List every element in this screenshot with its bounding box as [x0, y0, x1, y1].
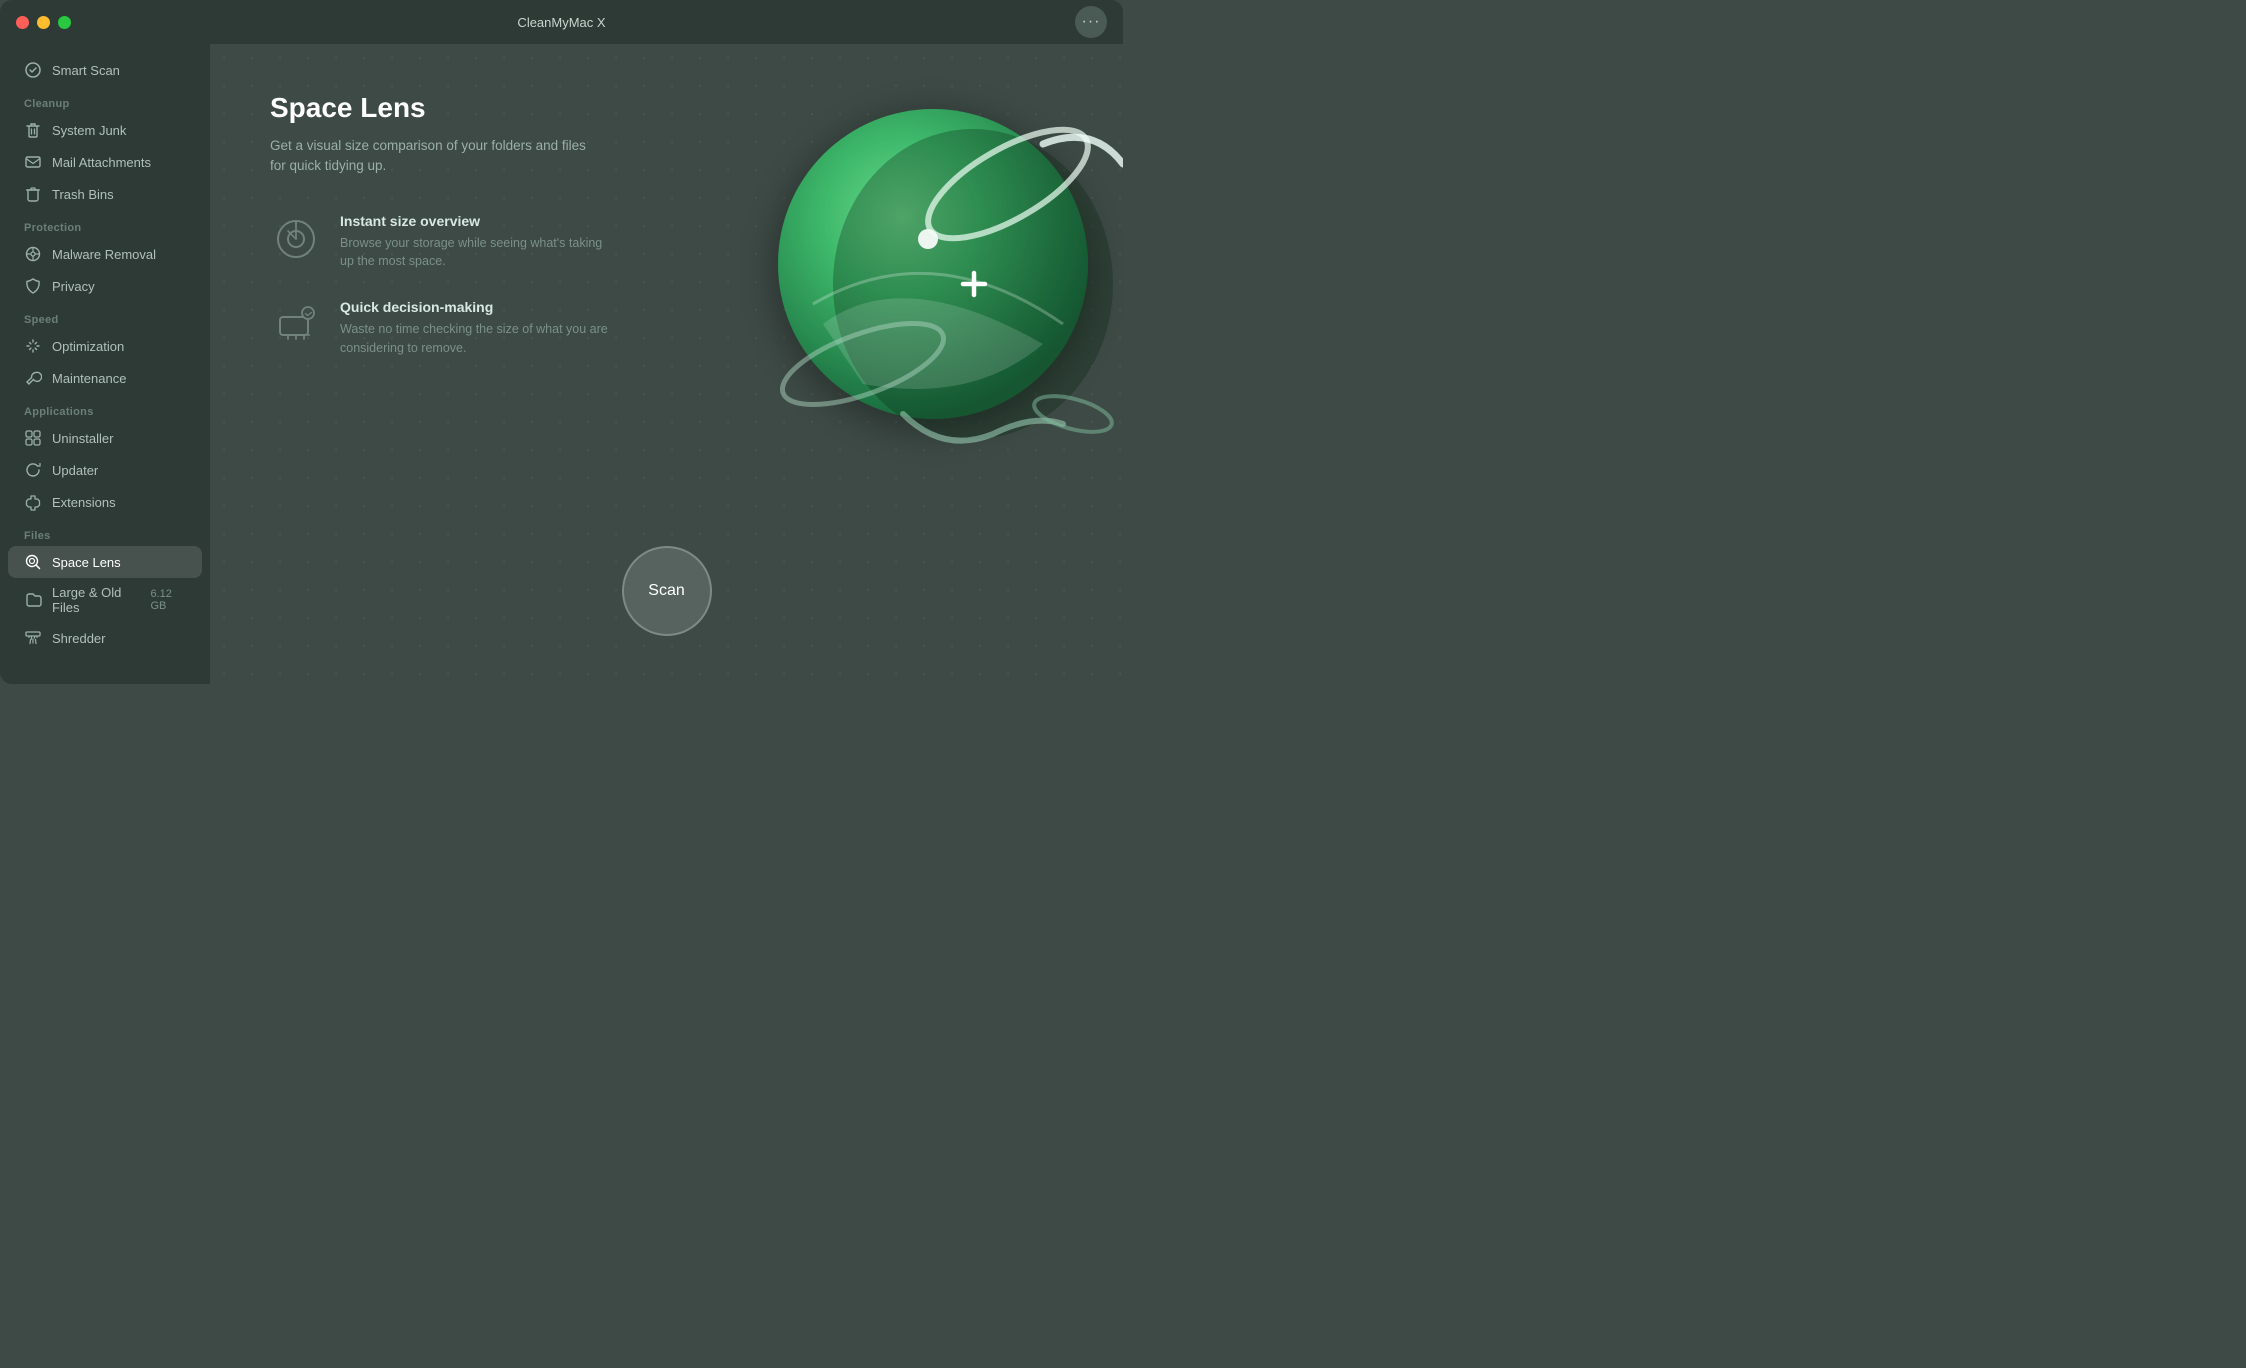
mail-attachments-icon — [24, 153, 42, 171]
main-layout: Smart Scan Cleanup System Junk — [0, 44, 1123, 684]
privacy-icon — [24, 277, 42, 295]
sidebar-item-mail-attachments[interactable]: Mail Attachments — [8, 146, 202, 178]
large-old-files-icon — [24, 591, 42, 609]
sidebar-item-uninstaller[interactable]: Uninstaller — [8, 422, 202, 454]
planet-illustration — [733, 64, 1123, 484]
sidebar-item-label: Uninstaller — [52, 431, 113, 446]
system-junk-icon — [24, 121, 42, 139]
feature-instant-overview-text: Instant size overview Browse your storag… — [340, 213, 610, 272]
trash-bins-icon — [24, 185, 42, 203]
section-label-applications: Applications — [0, 394, 210, 422]
sidebar-item-large-old-files[interactable]: Large & Old Files 6.12 GB — [8, 578, 202, 622]
minimize-button[interactable] — [37, 16, 50, 29]
sidebar-item-label: Shredder — [52, 631, 105, 646]
app-window: CleanMyMac X ··· Smart Scan Cleanup — [0, 0, 1123, 684]
quick-decision-icon — [274, 303, 318, 347]
feature-description: Waste no time checking the size of what … — [340, 320, 610, 358]
titlebar: CleanMyMac X ··· — [0, 0, 1123, 44]
scan-button-label: Scan — [648, 582, 684, 600]
scan-button-wrap: Scan — [622, 546, 712, 636]
scan-button[interactable]: Scan — [622, 546, 712, 636]
feature-title: Instant size overview — [340, 213, 610, 229]
feature-title: Quick decision-making — [340, 299, 610, 315]
sidebar-item-label: Large & Old Files — [52, 585, 140, 615]
sidebar-item-label: Trash Bins — [52, 187, 114, 202]
uninstaller-icon — [24, 429, 42, 447]
feature-quick-decision-text: Quick decision-making Waste no time chec… — [340, 299, 610, 358]
sidebar: Smart Scan Cleanup System Junk — [0, 44, 210, 684]
feature-instant-overview: Instant size overview Browse your storag… — [270, 213, 610, 272]
instant-overview-icon-wrap — [270, 213, 322, 265]
sidebar-item-label: Privacy — [52, 279, 95, 294]
maintenance-icon — [24, 369, 42, 387]
sidebar-item-label: Extensions — [52, 495, 116, 510]
window-title: CleanMyMac X — [517, 15, 605, 30]
quick-decision-icon-wrap — [270, 299, 322, 351]
feature-quick-decision: Quick decision-making Waste no time chec… — [270, 299, 610, 358]
shredder-icon — [24, 629, 42, 647]
sidebar-item-label: Smart Scan — [52, 63, 120, 78]
instant-overview-icon — [274, 217, 318, 261]
menu-button[interactable]: ··· — [1075, 6, 1107, 38]
close-button[interactable] — [16, 16, 29, 29]
content-area: Space Lens Get a visual size comparison … — [210, 44, 1123, 684]
sidebar-item-space-lens[interactable]: Space Lens — [8, 546, 202, 578]
sidebar-item-extensions[interactable]: Extensions — [8, 486, 202, 518]
sidebar-item-label: Space Lens — [52, 555, 121, 570]
sidebar-item-label: Mail Attachments — [52, 155, 151, 170]
sidebar-item-privacy[interactable]: Privacy — [8, 270, 202, 302]
features-list: Instant size overview Browse your storag… — [270, 213, 610, 358]
sidebar-item-label: Maintenance — [52, 371, 126, 386]
sidebar-item-label: Updater — [52, 463, 98, 478]
smart-scan-icon — [24, 61, 42, 79]
sidebar-item-maintenance[interactable]: Maintenance — [8, 362, 202, 394]
maximize-button[interactable] — [58, 16, 71, 29]
sidebar-item-trash-bins[interactable]: Trash Bins — [8, 178, 202, 210]
sidebar-item-system-junk[interactable]: System Junk — [8, 114, 202, 146]
section-label-protection: Protection — [0, 210, 210, 238]
page-description: Get a visual size comparison of your fol… — [270, 136, 590, 177]
section-label-files: Files — [0, 518, 210, 546]
space-lens-icon — [24, 553, 42, 571]
sidebar-item-label: System Junk — [52, 123, 126, 138]
sidebar-item-malware-removal[interactable]: Malware Removal — [8, 238, 202, 270]
sidebar-item-shredder[interactable]: Shredder — [8, 622, 202, 654]
section-label-speed: Speed — [0, 302, 210, 330]
malware-removal-icon — [24, 245, 42, 263]
page-title: Space Lens — [270, 92, 426, 124]
sidebar-item-smart-scan[interactable]: Smart Scan — [8, 54, 202, 86]
optimization-icon — [24, 337, 42, 355]
extensions-icon — [24, 493, 42, 511]
section-label-cleanup: Cleanup — [0, 86, 210, 114]
sidebar-item-label: Malware Removal — [52, 247, 156, 262]
traffic-lights — [16, 16, 71, 29]
file-size-badge: 6.12 GB — [150, 588, 186, 612]
sidebar-item-label: Optimization — [52, 339, 124, 354]
sidebar-item-updater[interactable]: Updater — [8, 454, 202, 486]
menu-icon: ··· — [1082, 13, 1101, 31]
feature-description: Browse your storage while seeing what's … — [340, 234, 610, 272]
sidebar-item-optimization[interactable]: Optimization — [8, 330, 202, 362]
updater-icon — [24, 461, 42, 479]
